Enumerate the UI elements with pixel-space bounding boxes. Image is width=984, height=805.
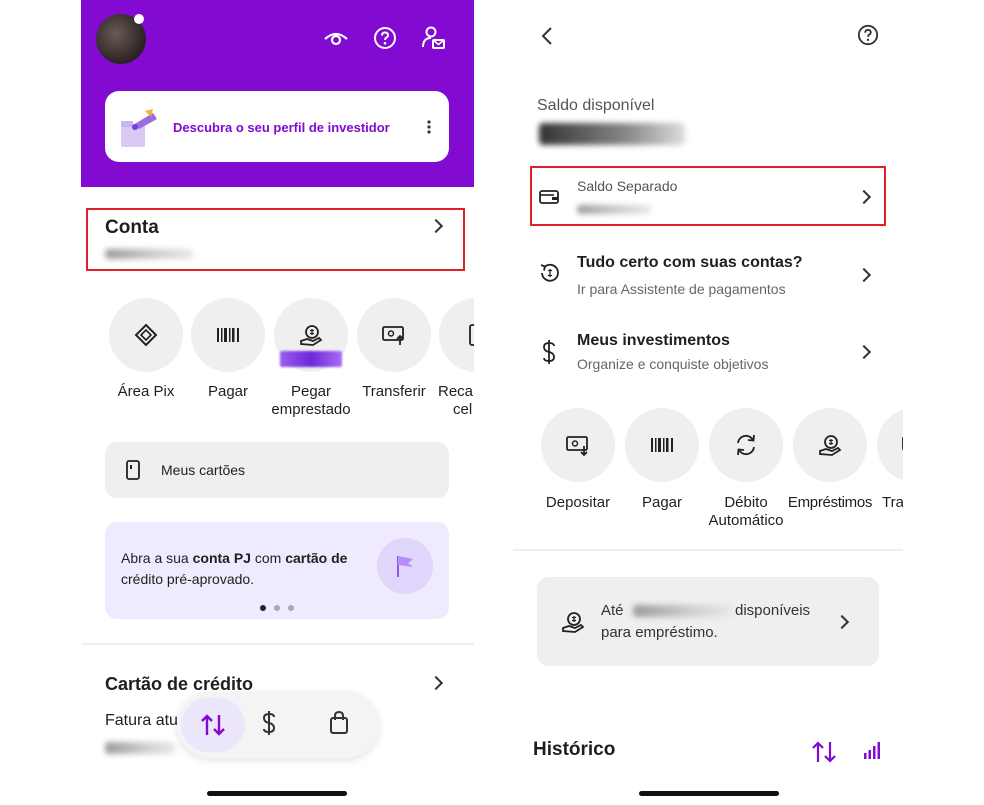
chevron-right-icon (856, 267, 872, 283)
more-options-icon[interactable] (427, 120, 431, 134)
available-balance-label: Saldo disponível (537, 97, 655, 114)
pay-label: Pagar (641, 494, 683, 511)
back-icon[interactable] (541, 26, 553, 46)
loan-badge (280, 351, 342, 367)
my-cards-label: Meus cartões (161, 462, 246, 478)
bottom-nav (177, 692, 379, 758)
divider (81, 643, 474, 645)
transfer-action[interactable] (357, 298, 431, 372)
highlight-box (86, 208, 465, 271)
flag-icon (377, 538, 433, 594)
pix-icon (134, 323, 158, 347)
home-indicator (639, 791, 779, 796)
auto-debit-label-line2: Automático (708, 512, 784, 529)
header: Descubra o seu perfil de investidor (81, 0, 474, 187)
transfer-icon (902, 436, 903, 451)
carousel-dot[interactable] (274, 605, 280, 611)
notification-dot (134, 14, 144, 24)
loan-available-card[interactable]: Até disponíveis para empréstimo. (537, 577, 879, 666)
invoice-label: Fatura atu (105, 712, 178, 729)
loan-text-suffix: disponíveis (735, 602, 811, 619)
recharge-action[interactable] (439, 298, 474, 372)
chevron-right-icon (834, 614, 850, 630)
left-actions-row: Área Pix Pagar Pegar emprestado Transfer… (81, 296, 474, 426)
invite-user-icon[interactable] (421, 25, 447, 51)
pix-action[interactable] (109, 298, 183, 372)
carousel-dot[interactable] (288, 605, 294, 611)
recharge-label-line1: Recar (438, 383, 474, 400)
nav-transactions[interactable] (181, 698, 245, 752)
loan-hand-icon (561, 610, 585, 634)
right-screen: Saldo disponível Saldo Separado Tudo cer… (513, 0, 903, 805)
loan-hand-icon (300, 325, 323, 346)
investor-profile-banner[interactable]: Descubra o seu perfil de investidor (105, 91, 449, 162)
loan-text-line2: para empréstimo. (601, 624, 718, 641)
dollar-icon (541, 339, 557, 365)
help-icon[interactable] (373, 26, 397, 50)
loan-text-prefix: Até (601, 602, 624, 619)
invoice-value-hidden (105, 742, 175, 754)
schedule-payment-icon (539, 262, 561, 284)
refresh-icon (737, 434, 755, 456)
payment-assistant-subtitle: Ir para Assistente de pagamentos (577, 281, 786, 297)
folder-illustration-icon (119, 105, 159, 149)
loan-label-line1: Pegar (290, 383, 332, 400)
recharge-label-line2: cel (453, 401, 473, 418)
loan-amount-hidden (633, 605, 733, 617)
help-icon[interactable] (857, 24, 879, 46)
investments-subtitle: Organize e conquiste objetivos (577, 356, 769, 372)
card-icon (125, 460, 141, 480)
investments-row[interactable]: Meus investimentos Organize e conquiste … (531, 326, 885, 382)
chevron-right-icon (856, 344, 872, 360)
barcode-icon (217, 328, 239, 342)
arrows-up-down-icon[interactable] (811, 740, 837, 764)
left-screen: Descubra o seu perfil de investidor Cont… (81, 0, 474, 805)
auto-debit-action[interactable] (709, 408, 783, 482)
loans-action[interactable] (793, 408, 867, 482)
pay-label: Pagar (207, 383, 249, 400)
divider (513, 549, 903, 551)
payment-assistant-title: Tudo certo com suas contas? (577, 254, 803, 271)
loans-label: Empréstimos (787, 494, 873, 511)
my-cards-button[interactable]: Meus cartões (105, 442, 449, 498)
banner-text: Descubra o seu perfil de investidor (173, 120, 390, 135)
signal-bars-icon[interactable] (863, 741, 881, 759)
deposit-action[interactable] (541, 408, 615, 482)
payment-assistant-row[interactable]: Tudo certo com suas contas? Ir para Assi… (531, 248, 885, 308)
carousel-dot-active[interactable] (260, 605, 266, 611)
investments-title: Meus investimentos (577, 332, 730, 349)
pay-action[interactable] (191, 298, 265, 372)
available-balance-hidden (539, 123, 685, 145)
dollar-icon (262, 711, 276, 735)
right-actions-row: Depositar Pagar Débito Automático Emprés… (513, 408, 903, 538)
nav-shopping[interactable] (329, 711, 349, 735)
phone-icon (469, 324, 474, 346)
transfer-icon (382, 326, 404, 345)
transfer-action[interactable] (877, 408, 903, 482)
history-title: Histórico (533, 739, 616, 760)
auto-debit-label-line1: Débito (724, 494, 768, 511)
deposit-icon (566, 436, 588, 456)
loan-label-line2: emprestado (271, 401, 351, 418)
pj-promo-card[interactable]: Abra a sua conta PJ com cartão de crédit… (105, 522, 449, 619)
eye-icon[interactable] (323, 26, 349, 50)
transfer-label: Transferir (362, 383, 426, 400)
promo-text-line1: Abra a sua conta PJ com cartão de (121, 550, 348, 566)
barcode-icon (651, 438, 673, 452)
promo-text-line2: crédito pré-aprovado. (121, 571, 255, 587)
transfer-label: Tra (882, 494, 903, 511)
shopping-bag-icon (330, 711, 348, 734)
arrows-up-down-icon (201, 714, 225, 736)
home-indicator (207, 791, 347, 796)
pix-label: Área Pix (117, 383, 175, 400)
nav-money[interactable] (261, 710, 277, 736)
pay-action[interactable] (625, 408, 699, 482)
deposit-label: Depositar (545, 494, 611, 511)
loan-hand-icon (819, 435, 842, 456)
highlight-box (530, 166, 886, 226)
chevron-right-icon (428, 675, 444, 691)
